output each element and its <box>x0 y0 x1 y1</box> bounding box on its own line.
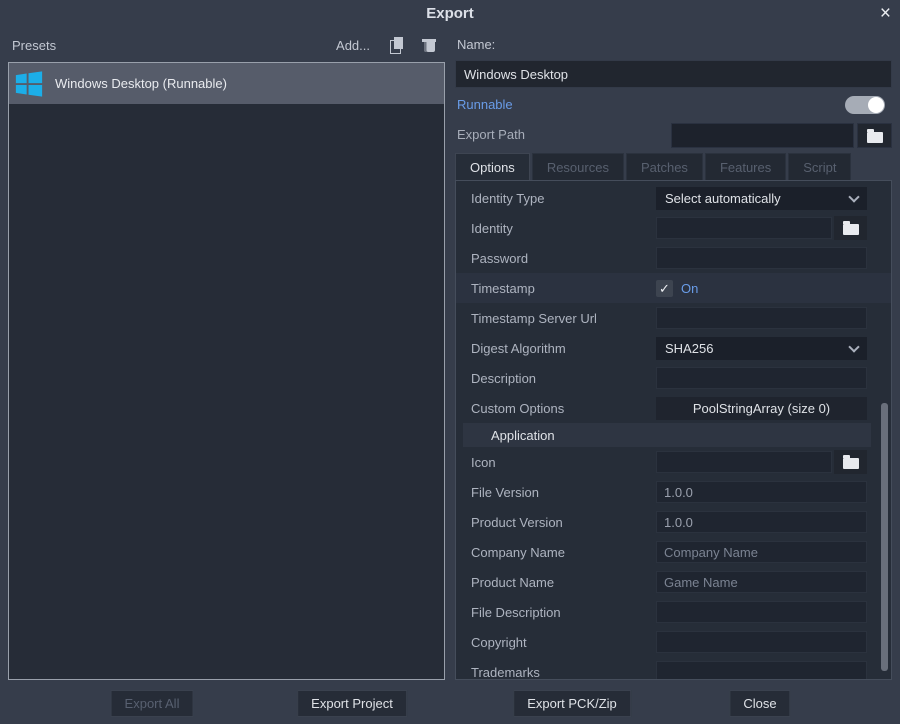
duplicate-preset-button[interactable] <box>390 37 404 53</box>
property-row-description: Description <box>456 363 891 393</box>
section-header-application: Application <box>463 423 871 447</box>
property-row-product-version: Product Version <box>456 507 891 537</box>
property-row-identity: Identity <box>456 213 891 243</box>
add-preset-button[interactable]: Add... <box>336 38 370 53</box>
tab-resources[interactable]: Resources <box>532 153 624 180</box>
trademarks-input[interactable] <box>656 661 867 680</box>
preset-item-windows-desktop[interactable]: Windows Desktop (Runnable) <box>9 63 444 104</box>
duplicate-icon <box>390 37 404 53</box>
identity-input[interactable] <box>656 217 832 239</box>
tab-patches[interactable]: Patches <box>626 153 703 180</box>
delete-preset-button[interactable] <box>422 37 436 53</box>
name-input[interactable] <box>455 60 892 88</box>
property-row-digest-algorithm: Digest Algorithm SHA256 <box>456 333 891 363</box>
property-row-trademarks: Trademarks <box>456 657 891 680</box>
company-name-input[interactable] <box>656 541 867 563</box>
file-version-input[interactable] <box>656 481 867 503</box>
tab-bar: Options Resources Patches Features Scrip… <box>455 153 853 180</box>
custom-options-array-button[interactable]: PoolStringArray (size 0) <box>656 397 867 420</box>
property-row-product-name: Product Name <box>456 567 891 597</box>
dropdown-value: Select automatically <box>665 191 781 206</box>
copyright-input[interactable] <box>656 631 867 653</box>
runnable-link[interactable]: Runnable <box>457 97 513 112</box>
close-icon[interactable]: × <box>880 1 891 27</box>
tab-script[interactable]: Script <box>788 153 851 180</box>
export-project-button[interactable]: Export Project <box>297 690 407 717</box>
trash-icon <box>422 37 436 53</box>
property-label: Description <box>471 371 656 386</box>
windows-logo-icon <box>14 69 44 99</box>
dialog-title: Export <box>426 5 474 22</box>
property-label: Digest Algorithm <box>471 341 656 356</box>
chevron-down-icon <box>848 191 859 202</box>
name-label: Name: <box>457 37 495 52</box>
folder-icon <box>843 458 859 469</box>
export-path-label: Export Path <box>457 127 525 142</box>
export-path-browse-button[interactable] <box>857 123 892 148</box>
presets-list: Windows Desktop (Runnable) <box>8 62 445 680</box>
property-label: File Version <box>471 485 656 500</box>
dialog-titlebar: Export <box>0 0 900 28</box>
property-label: Password <box>471 251 656 266</box>
property-row-timestamp: Timestamp ✓ On <box>456 273 891 303</box>
property-label: Product Version <box>471 515 656 530</box>
property-row-icon: Icon <box>456 447 891 477</box>
export-pck-zip-button[interactable]: Export PCK/Zip <box>513 690 631 717</box>
property-label: Timestamp <box>471 281 656 296</box>
icon-browse-button[interactable] <box>834 450 867 474</box>
icon-input[interactable] <box>656 451 832 473</box>
property-row-copyright: Copyright <box>456 627 891 657</box>
property-row-company-name: Company Name <box>456 537 891 567</box>
property-label: Identity Type <box>471 191 656 206</box>
export-all-button: Export All <box>111 690 194 717</box>
property-label: Custom Options <box>471 401 656 416</box>
export-path-input[interactable] <box>671 123 854 148</box>
property-label: Icon <box>471 455 656 470</box>
timestamp-server-url-input[interactable] <box>656 307 867 329</box>
close-button[interactable]: Close <box>729 690 790 717</box>
product-version-input[interactable] <box>656 511 867 533</box>
presets-label: Presets <box>12 38 336 53</box>
property-label: Identity <box>471 221 656 236</box>
description-input[interactable] <box>656 367 867 389</box>
runnable-toggle[interactable] <box>845 96 885 114</box>
product-name-input[interactable] <box>656 571 867 593</box>
property-label: Product Name <box>471 575 656 590</box>
property-label: Trademarks <box>471 665 656 680</box>
options-scrollbar <box>881 185 888 675</box>
timestamp-on-label: On <box>681 281 698 296</box>
property-label: Company Name <box>471 545 656 560</box>
property-row-file-version: File Version <box>456 477 891 507</box>
tab-options[interactable]: Options <box>455 153 530 180</box>
folder-icon <box>843 224 859 235</box>
property-row-password: Password <box>456 243 891 273</box>
password-input[interactable] <box>656 247 867 269</box>
file-description-input[interactable] <box>656 601 867 623</box>
property-row-identity-type: Identity Type Select automatically <box>456 183 891 213</box>
property-row-timestamp-server-url: Timestamp Server Url <box>456 303 891 333</box>
property-label: Copyright <box>471 635 656 650</box>
digest-algorithm-dropdown[interactable]: SHA256 <box>656 337 867 360</box>
chevron-down-icon <box>848 341 859 352</box>
tab-features[interactable]: Features <box>705 153 786 180</box>
dropdown-value: SHA256 <box>665 341 713 356</box>
property-label: File Description <box>471 605 656 620</box>
folder-icon <box>867 132 883 143</box>
property-row-file-description: File Description <box>456 597 891 627</box>
toggle-knob <box>868 97 884 113</box>
presets-header: Presets Add... <box>12 35 442 55</box>
section-title: Application <box>491 428 555 443</box>
property-label: Timestamp Server Url <box>471 311 656 326</box>
options-panel: Identity Type Select automatically Ident… <box>455 180 892 680</box>
preset-item-label: Windows Desktop (Runnable) <box>55 76 227 91</box>
scrollbar-thumb[interactable] <box>881 403 888 671</box>
identity-type-dropdown[interactable]: Select automatically <box>656 187 867 210</box>
identity-browse-button[interactable] <box>834 216 867 240</box>
property-row-custom-options: Custom Options PoolStringArray (size 0) <box>456 393 891 423</box>
timestamp-checkbox[interactable]: ✓ <box>656 280 673 297</box>
